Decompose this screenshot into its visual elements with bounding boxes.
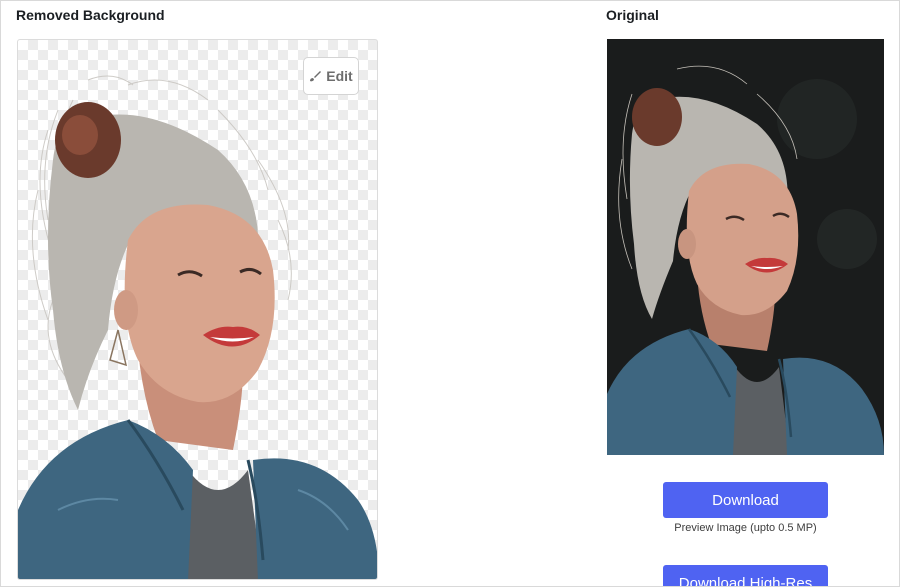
download-caption: Preview Image (upto 0.5 MP) xyxy=(674,522,817,534)
app-frame: Removed Background Original Edit Downloa… xyxy=(0,0,900,587)
original-portrait-image xyxy=(607,39,884,455)
original-heading: Original xyxy=(606,7,659,23)
download-high-res-button[interactable]: Download High-Res xyxy=(663,565,828,586)
original-image xyxy=(607,39,884,455)
cutout-portrait-image xyxy=(18,75,377,579)
edit-button[interactable]: Edit xyxy=(303,57,359,95)
download-button[interactable]: Download xyxy=(663,482,828,518)
paintbrush-icon xyxy=(310,71,322,82)
removed-background-preview: Edit xyxy=(17,39,378,580)
edit-button-label: Edit xyxy=(326,68,353,84)
removed-background-heading: Removed Background xyxy=(16,7,165,23)
